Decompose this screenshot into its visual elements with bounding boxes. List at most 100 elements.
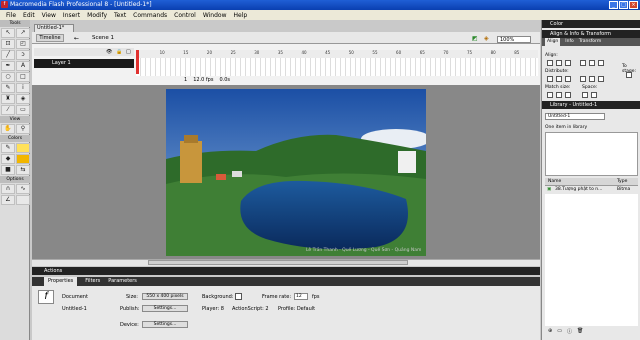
publish-settings-button[interactable]: Settings...: [142, 305, 188, 312]
smooth-option-icon[interactable]: ∿: [16, 184, 30, 194]
align-left-icon[interactable]: [547, 60, 553, 66]
subselection-tool-icon[interactable]: ↗: [16, 28, 30, 38]
new-folder-icon[interactable]: ▭: [557, 328, 562, 338]
device-settings-button[interactable]: Settings...: [142, 321, 188, 328]
menu-control[interactable]: Control: [174, 12, 196, 19]
menu-commands[interactable]: Commands: [133, 12, 167, 19]
line-tool-icon[interactable]: ╱: [1, 50, 15, 60]
menu-file[interactable]: File: [6, 12, 16, 19]
document-tab[interactable]: Untitled-1*: [34, 24, 74, 32]
close-icon[interactable]: ×: [629, 1, 638, 9]
stroke-swatch[interactable]: [16, 143, 30, 153]
align-center-icon[interactable]: [556, 60, 562, 66]
back-arrow-icon[interactable]: ←: [74, 35, 79, 42]
background-color-swatch[interactable]: [235, 293, 242, 300]
hand-tool-icon[interactable]: ✋: [1, 124, 15, 134]
playhead[interactable]: [136, 50, 139, 74]
tab-transform[interactable]: Transform: [579, 38, 601, 46]
eye-icon[interactable]: 👁: [106, 49, 112, 55]
align-middle-icon[interactable]: [589, 60, 595, 66]
distribute-top-icon[interactable]: [547, 76, 553, 82]
align-panel-header[interactable]: Align & Info & Transform: [542, 30, 640, 38]
align-top-icon[interactable]: [580, 60, 586, 66]
oval-tool-icon[interactable]: ○: [1, 72, 15, 82]
space-vertical-icon[interactable]: [582, 92, 588, 98]
edit-symbol-icon[interactable]: ◈: [484, 35, 489, 42]
menu-modify[interactable]: Modify: [87, 12, 107, 19]
distribute-bottom-icon[interactable]: [565, 76, 571, 82]
outline-icon[interactable]: □: [126, 49, 131, 55]
default-colors-icon[interactable]: ■: [1, 165, 15, 175]
distribute-right-icon[interactable]: [598, 76, 604, 82]
new-symbol-icon[interactable]: ⊕: [548, 328, 552, 338]
menu-edit[interactable]: Edit: [23, 12, 35, 19]
properties-icon[interactable]: ⓘ: [567, 328, 572, 338]
menu-view[interactable]: View: [42, 12, 56, 19]
to-stage-icon[interactable]: [626, 72, 632, 78]
pencil-tool-icon[interactable]: ✎: [1, 83, 15, 93]
stroke-color-icon[interactable]: ✎: [1, 143, 15, 153]
align-right-icon[interactable]: [565, 60, 571, 66]
lock-icon[interactable]: 🔒: [116, 49, 122, 55]
type-column[interactable]: Type: [617, 178, 627, 186]
document-label: Document: [62, 294, 88, 300]
timeline-toggle-button[interactable]: Timeline: [36, 34, 64, 42]
zoom-select[interactable]: 100%: [497, 36, 531, 43]
match-both-icon[interactable]: [565, 92, 571, 98]
tab-info[interactable]: Info: [565, 38, 574, 46]
menu-window[interactable]: Window: [203, 12, 227, 19]
align-bottom-icon[interactable]: [598, 60, 604, 66]
rectangle-tool-icon[interactable]: □: [16, 72, 30, 82]
tab-align[interactable]: Align: [545, 38, 561, 46]
brush-tool-icon[interactable]: ⅰ: [16, 83, 30, 93]
distribute-center-icon[interactable]: [589, 76, 595, 82]
swap-colors-icon[interactable]: ⇆: [16, 165, 30, 175]
eyedropper-icon[interactable]: ⁄: [1, 105, 15, 115]
distribute-left-icon[interactable]: [580, 76, 586, 82]
library-panel-header[interactable]: Library - Untitled-1: [542, 101, 640, 109]
stage-photo[interactable]: Lê Trần Thanh - Quế Lương - Quế Sơn - Qu…: [166, 89, 426, 256]
pen-tool-icon[interactable]: ✒: [1, 61, 15, 71]
delete-icon[interactable]: 🗑: [577, 328, 583, 338]
library-select[interactable]: Untitled-1: [545, 113, 605, 120]
scrollbar-thumb[interactable]: [148, 260, 408, 265]
actions-panel-header[interactable]: Actions: [32, 267, 540, 275]
text-tool-icon[interactable]: A: [16, 61, 30, 71]
snap-option-icon[interactable]: ∩: [1, 184, 15, 194]
library-item[interactable]: ▣ 38.Tượng phật to n... Bitma: [545, 186, 638, 194]
size-button[interactable]: 550 x 400 pixels: [142, 293, 188, 300]
lasso-tool-icon[interactable]: ↄ: [16, 50, 30, 60]
menu-insert[interactable]: Insert: [63, 12, 80, 19]
color-panel-header[interactable]: Color: [542, 20, 640, 28]
tab-properties[interactable]: Properties: [44, 277, 78, 286]
fill-color-icon[interactable]: ◆: [1, 154, 15, 164]
fill-swatch[interactable]: [16, 154, 30, 164]
match-width-icon[interactable]: [547, 92, 553, 98]
eraser-icon[interactable]: ▭: [16, 105, 30, 115]
layer-row[interactable]: Layer 1: [34, 59, 134, 68]
scene-breadcrumb[interactable]: Scene 1: [92, 35, 114, 41]
option-blank-icon[interactable]: [16, 195, 30, 205]
free-transform-icon[interactable]: ⊡: [1, 39, 15, 49]
paint-bucket-icon[interactable]: ◈: [16, 94, 30, 104]
library-list-area[interactable]: [545, 194, 638, 326]
tab-filters[interactable]: Filters: [85, 277, 100, 286]
tab-parameters[interactable]: Parameters: [108, 277, 137, 286]
minimize-icon[interactable]: _: [609, 1, 618, 9]
straighten-option-icon[interactable]: ∠: [1, 195, 15, 205]
framerate-input[interactable]: 12: [294, 293, 308, 300]
zoom-tool-icon[interactable]: ⚲: [16, 124, 30, 134]
fill-transform-icon[interactable]: ◰: [16, 39, 30, 49]
menu-help[interactable]: Help: [234, 12, 248, 19]
ink-bottle-icon[interactable]: ♜: [1, 94, 15, 104]
library-item-type: Bitma: [617, 187, 631, 192]
match-height-icon[interactable]: [556, 92, 562, 98]
distribute-middle-icon[interactable]: [556, 76, 562, 82]
space-horizontal-icon[interactable]: [591, 92, 597, 98]
edit-scene-icon[interactable]: ◩: [472, 35, 478, 42]
right-panel: Color Align & Info & Transform Align Inf…: [541, 20, 640, 340]
maximize-icon[interactable]: □: [619, 1, 628, 9]
name-column[interactable]: Name: [548, 178, 561, 186]
menu-text[interactable]: Text: [114, 12, 126, 19]
selection-tool-icon[interactable]: ↖: [1, 28, 15, 38]
